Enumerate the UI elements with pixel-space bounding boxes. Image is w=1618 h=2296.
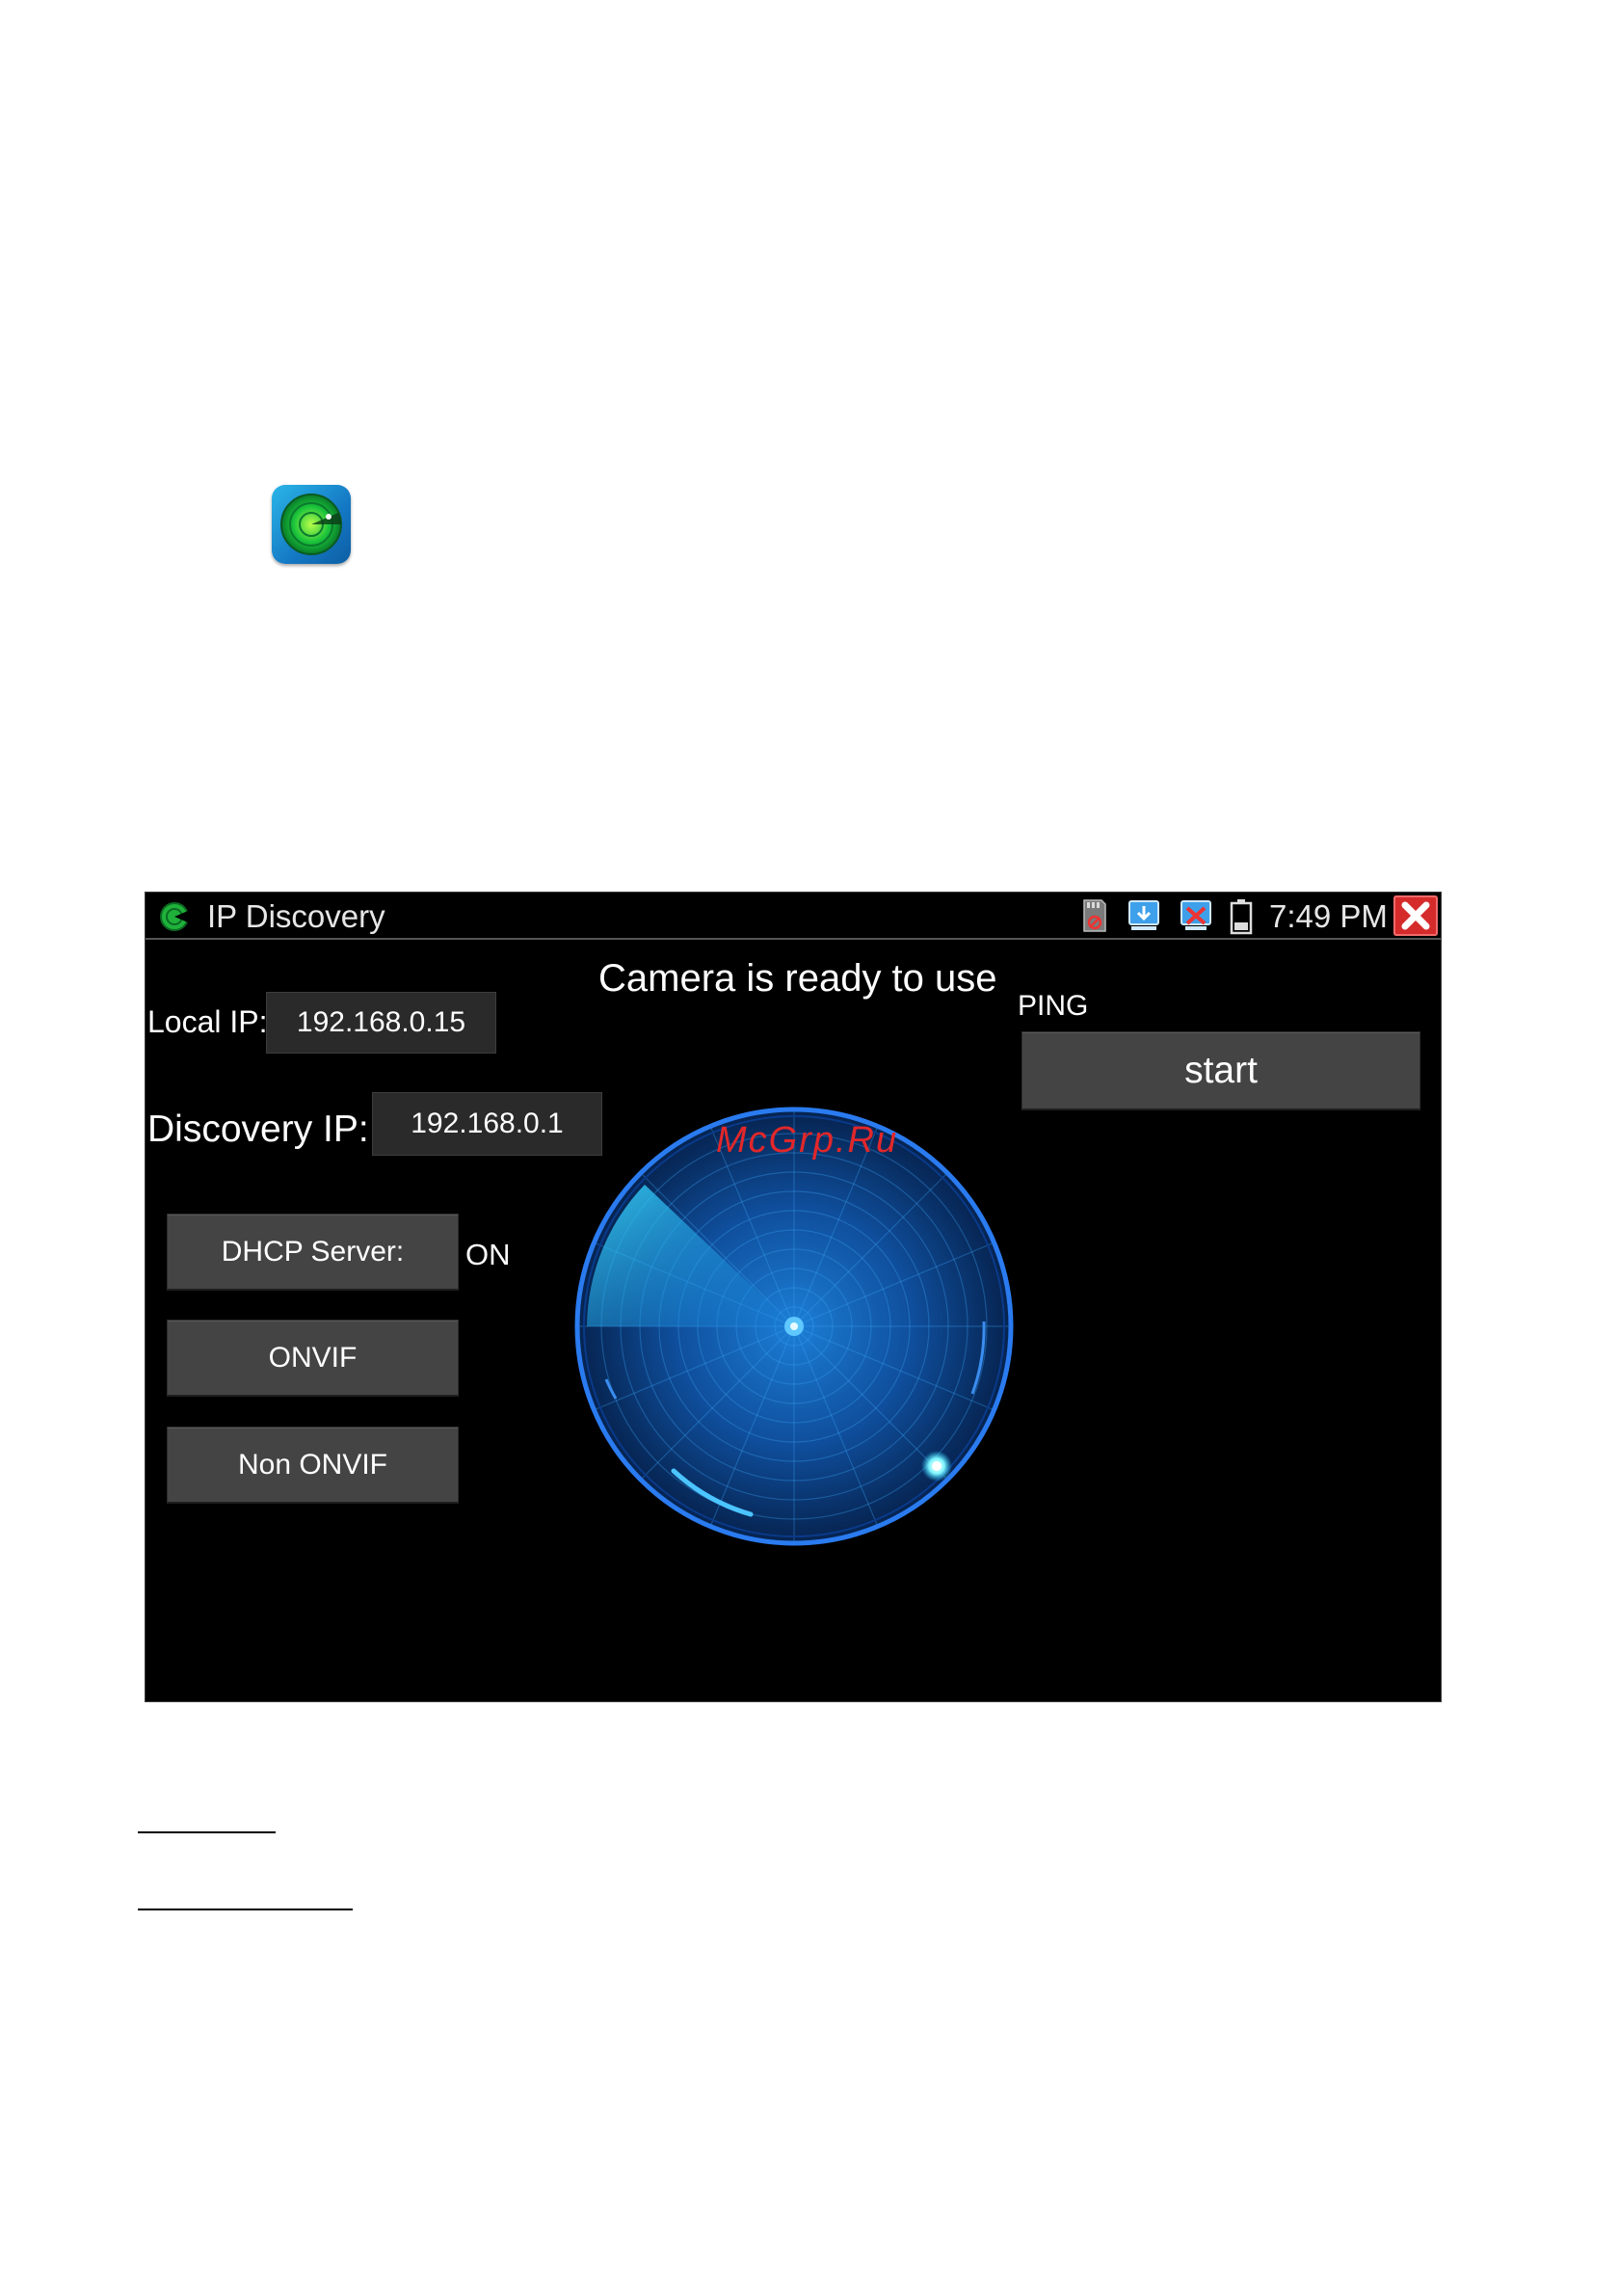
non-onvif-button[interactable]: Non ONVIF xyxy=(167,1427,459,1504)
status-bar: IP Discovery 7:49 PM xyxy=(146,893,1441,940)
dhcp-state: ON xyxy=(465,1238,511,1271)
network-disconnected-icon xyxy=(1180,900,1211,930)
close-icon xyxy=(1401,901,1430,930)
local-ip-label: Local IP: xyxy=(147,1004,268,1039)
ip-discovery-app-icon[interactable] xyxy=(272,485,351,564)
ip-discovery-icon xyxy=(160,902,190,931)
device-screen: IP Discovery 7:49 PM Camera is ready to … xyxy=(145,892,1442,1702)
battery-icon xyxy=(1230,899,1253,935)
ping-start-button[interactable]: start xyxy=(1021,1031,1420,1110)
document-underline-1 xyxy=(138,1831,276,1833)
status-message: Camera is ready to use xyxy=(598,957,997,1000)
download-icon xyxy=(1128,900,1159,930)
app-title: IP Discovery xyxy=(207,898,385,934)
sd-card-icon xyxy=(1083,899,1106,932)
onvif-button[interactable]: ONVIF xyxy=(167,1320,459,1397)
watermark: McGrp.Ru xyxy=(716,1120,899,1161)
local-ip-field[interactable]: 192.168.0.15 xyxy=(266,992,496,1054)
clock: 7:49 PM xyxy=(1269,898,1388,934)
radar-icon xyxy=(280,494,342,555)
discovery-ip-label: Discovery IP: xyxy=(147,1108,369,1150)
dhcp-server-button[interactable]: DHCP Server: xyxy=(167,1214,459,1291)
document-underline-2 xyxy=(138,1909,353,1910)
close-button[interactable] xyxy=(1393,895,1438,936)
ping-label: PING xyxy=(1018,990,1089,1022)
radar-scanner xyxy=(574,1107,1014,1546)
